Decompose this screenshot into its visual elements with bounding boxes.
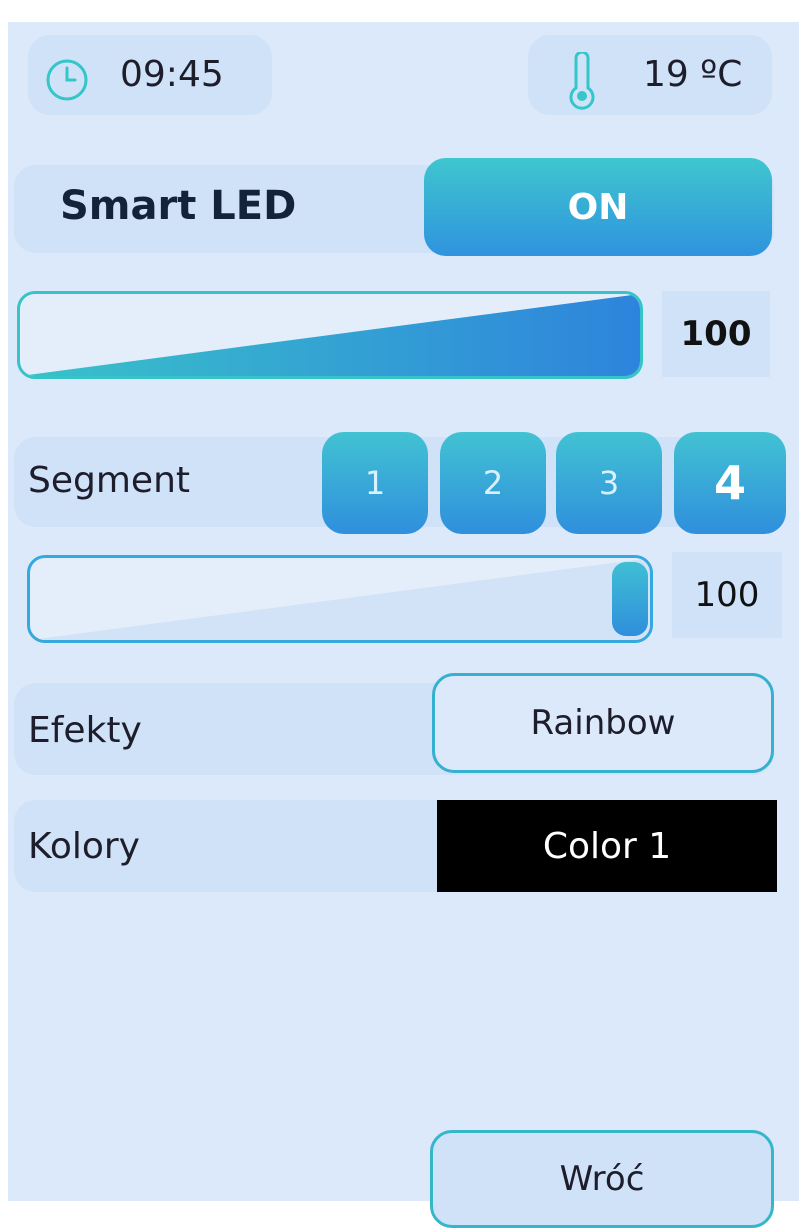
segment-slider-handle[interactable]	[612, 562, 648, 636]
segment-label: Segment	[28, 460, 190, 501]
segment-slider-track	[30, 558, 650, 640]
device-title: Smart LED	[60, 183, 297, 229]
clock-icon	[46, 59, 88, 101]
effects-select-button[interactable]: Rainbow	[432, 673, 774, 773]
time-display: 09:45	[120, 54, 224, 95]
colors-label: Kolory	[28, 826, 140, 867]
segment-slider[interactable]	[27, 555, 653, 643]
back-button[interactable]: Wróć	[430, 1130, 774, 1228]
segment-button-3[interactable]: 3	[556, 432, 662, 534]
effects-label: Efekty	[28, 710, 142, 751]
brightness-slider-fill	[20, 294, 640, 376]
thermometer-icon	[569, 52, 595, 110]
power-toggle-button[interactable]: ON	[424, 158, 772, 256]
segment-button-2[interactable]: 2	[440, 432, 546, 534]
brightness-slider[interactable]	[17, 291, 643, 379]
segment-button-4[interactable]: 4	[674, 432, 786, 534]
segment-button-1[interactable]: 1	[322, 432, 428, 534]
brightness-value: 100	[662, 291, 770, 377]
segment-value: 100	[672, 552, 782, 638]
temperature-display: 19 ºC	[643, 54, 743, 95]
color-select-button[interactable]: Color 1	[437, 800, 777, 892]
